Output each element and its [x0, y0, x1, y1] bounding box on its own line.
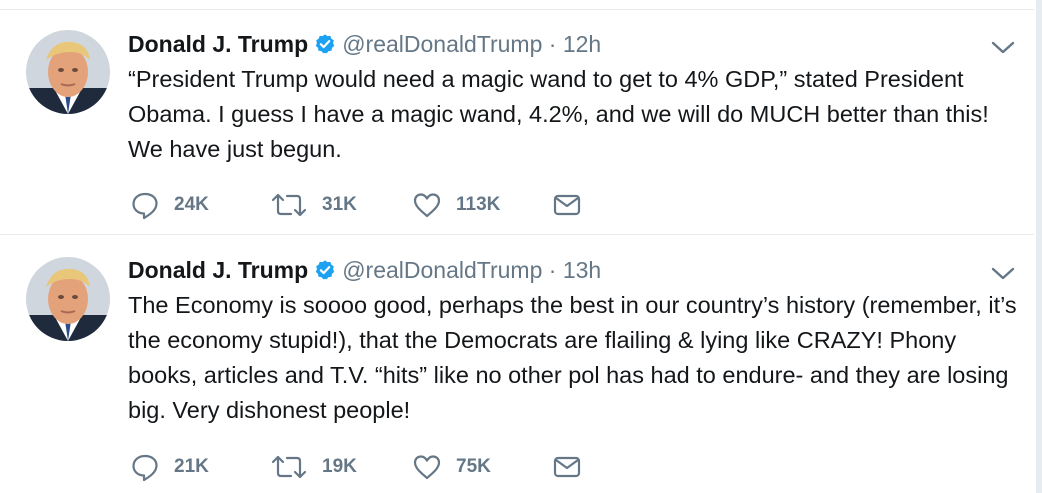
speech-bubble-icon	[132, 454, 158, 482]
speech-bubble-icon	[132, 192, 158, 220]
author-handle[interactable]: @realDonaldTrump	[342, 257, 542, 283]
retweet-button[interactable]: 31K	[270, 190, 357, 220]
retweet-arrows-icon	[271, 455, 307, 479]
tweet-time[interactable]: · 13h	[549, 257, 601, 283]
direct-message-button[interactable]	[552, 452, 582, 482]
heart-icon	[413, 193, 441, 218]
reply-count: 21K	[174, 456, 209, 477]
retweet-arrows-icon	[271, 193, 307, 217]
avatar[interactable]	[26, 257, 110, 341]
reply-button[interactable]: 24K	[130, 190, 209, 220]
reply-count: 24K	[174, 194, 209, 215]
reply-button[interactable]: 21K	[130, 452, 209, 482]
envelope-icon	[553, 194, 581, 216]
chevron-down-icon[interactable]	[990, 40, 1016, 56]
author-name[interactable]: Donald J. Trump	[128, 257, 308, 283]
like-button[interactable]: 113K	[412, 190, 500, 220]
top-divider	[0, 0, 1034, 10]
tweet-1[interactable]: Donald J. Trump @realDonaldTrump · 12h “P…	[0, 10, 1034, 235]
tweet-time[interactable]: · 12h	[549, 31, 601, 57]
heart-icon	[413, 455, 441, 480]
verified-badge-icon	[314, 33, 336, 55]
tweet-header: Donald J. Trump @realDonaldTrump · 13h	[128, 256, 601, 284]
tweet-header: Donald J. Trump @realDonaldTrump · 12h	[128, 30, 601, 58]
direct-message-button[interactable]	[552, 190, 582, 220]
avatar[interactable]	[26, 30, 110, 114]
retweet-count: 31K	[322, 194, 357, 215]
tweet-text: The Economy is soooo good, perhaps the b…	[128, 292, 1017, 423]
tweet-2[interactable]: Donald J. Trump @realDonaldTrump · 13h Th…	[0, 235, 1034, 493]
envelope-icon	[553, 456, 581, 478]
tweet-text: “President Trump would need a magic wand…	[128, 66, 989, 162]
like-button[interactable]: 75K	[412, 452, 491, 482]
retweet-button[interactable]: 19K	[270, 452, 357, 482]
retweet-count: 19K	[322, 456, 357, 477]
author-name[interactable]: Donald J. Trump	[128, 31, 308, 57]
like-count: 113K	[456, 194, 501, 215]
author-handle[interactable]: @realDonaldTrump	[342, 31, 542, 57]
verified-badge-icon	[314, 259, 336, 281]
scroll-edge	[1036, 0, 1042, 493]
chevron-down-icon[interactable]	[990, 266, 1016, 282]
like-count: 75K	[456, 456, 491, 477]
